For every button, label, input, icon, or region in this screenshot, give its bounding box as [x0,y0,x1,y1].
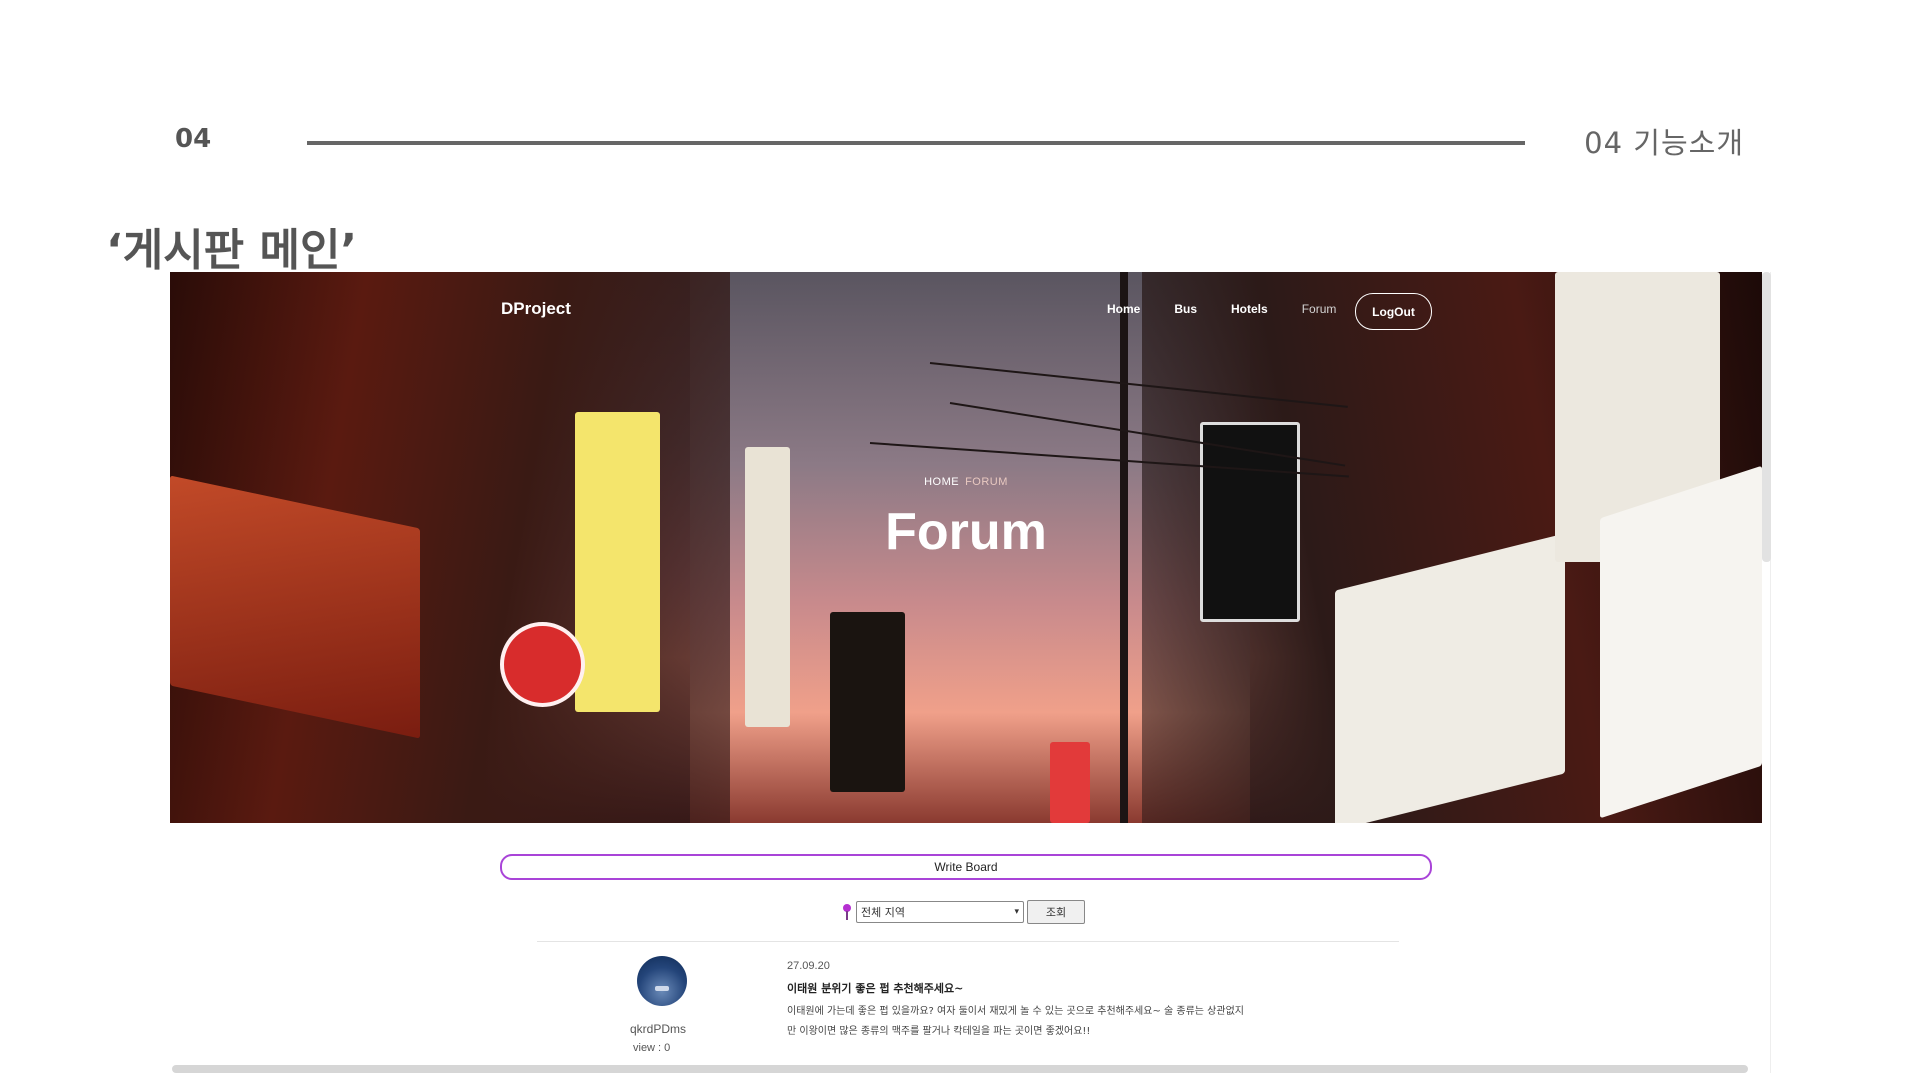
logout-button[interactable]: LogOut [1355,293,1432,330]
breadcrumb-current: FORUM [965,476,1008,488]
nav-home[interactable]: Home [1107,302,1140,316]
location-pin-icon [842,903,852,921]
breadcrumb-home[interactable]: HOME [924,476,959,488]
neon-sign [1050,742,1090,823]
post-title[interactable]: 이태원 분위기 좋은 펍 추천해주세요~ [787,980,963,996]
main-nav: Home Bus Hotels Forum [1107,302,1370,316]
region-filter: 전체 지역 ▾ 조회 [842,900,1085,924]
chevron-down-icon: ▾ [1014,907,1019,917]
list-divider [537,941,1399,942]
breadcrumb: HOME FORUM [170,476,1762,488]
neon-sign [830,612,905,792]
slide-title: ‘게시판 메인’ [106,225,358,276]
horizontal-scrollbar[interactable] [172,1065,1748,1073]
hero-banner: DProject Home Bus Hotels Forum LogOut HO… [170,272,1762,823]
query-button[interactable]: 조회 [1027,900,1085,924]
post-views: view : 0 [633,1042,671,1054]
region-select[interactable]: 전체 지역 ▾ [856,901,1024,923]
write-board-button[interactable]: Write Board [500,854,1432,880]
website-screenshot: DProject Home Bus Hotels Forum LogOut HO… [170,272,1771,1073]
slide-number: 04 [175,124,212,154]
page-title: Forum [885,503,1047,561]
nav-bus[interactable]: Bus [1174,302,1197,316]
region-select-value: 전체 지역 [861,906,905,919]
neon-sign [575,412,660,712]
vertical-scrollbar[interactable] [1762,272,1771,562]
nav-hotels[interactable]: Hotels [1231,302,1268,316]
list-item[interactable]: qkrdPDms view : 0 27.09.20 이태원 분위기 좋은 펍 … [605,956,1305,1066]
nav-forum[interactable]: Forum [1302,302,1337,316]
header-divider [307,141,1525,145]
site-logo[interactable]: DProject [501,299,571,319]
post-date: 27.09.20 [787,960,830,972]
neon-sign [745,447,790,727]
post-author: qkrdPDms [630,1022,687,1036]
slide-section-title: 04 기능소개 [1584,126,1744,160]
avatar[interactable] [637,956,687,1006]
post-body-line: 이태원에 가는데 좋은 펍 있을까요? 여자 둘이서 재밌게 놀 수 있는 곳으… [787,1006,1244,1017]
post-body-line: 만 이왕이면 많은 종류의 맥주를 팔거나 칵테일을 파는 곳이면 좋겠어요!! [787,1026,1091,1037]
neon-sign [500,622,585,707]
